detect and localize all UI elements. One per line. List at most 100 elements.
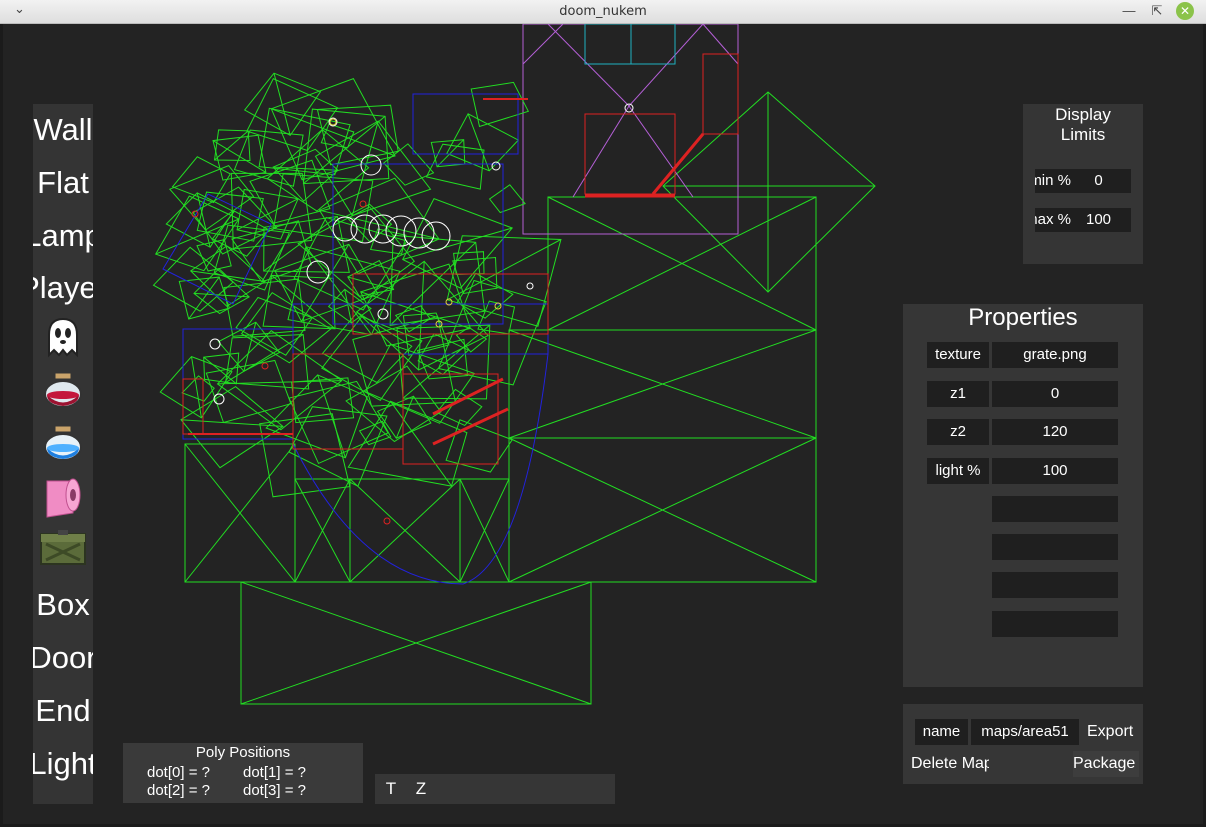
map-sector bbox=[382, 143, 435, 186]
max-limit-label: % max bbox=[1035, 211, 1071, 228]
tool-label: Flat bbox=[37, 164, 89, 200]
prop-empty-field[interactable] bbox=[992, 572, 1118, 598]
restore-icon[interactable]: ⇱ bbox=[1148, 2, 1166, 20]
min-limit-label: % min bbox=[1035, 172, 1071, 189]
properties-title: Properties bbox=[968, 304, 1078, 331]
map-sector bbox=[584, 24, 676, 65]
map-edge bbox=[432, 407, 509, 446]
map-edge bbox=[651, 133, 705, 195]
tool-sidebar: Wall Flat Lamp Player Box Door End Light bbox=[33, 104, 93, 804]
max-limit-field[interactable]: % max 100 bbox=[1035, 208, 1131, 232]
map-vertex bbox=[368, 214, 398, 244]
tool-toilet-paper-button[interactable] bbox=[33, 474, 93, 526]
tool-door-button[interactable]: Door bbox=[33, 632, 93, 684]
poly-dot-2: dot[2] = ? bbox=[147, 782, 210, 799]
minimize-icon[interactable]: — bbox=[1120, 2, 1138, 20]
file-panel: name maps/area51 Export Delete Map Packa… bbox=[903, 704, 1143, 784]
map-sector bbox=[702, 53, 739, 135]
tool-light-button[interactable]: Light bbox=[33, 738, 93, 790]
map-edge bbox=[436, 139, 465, 168]
poly-dot-0: dot[0] = ? bbox=[147, 764, 210, 781]
tool-label: Box bbox=[36, 587, 90, 623]
map-vertex bbox=[360, 154, 382, 176]
map-vertex bbox=[359, 200, 367, 208]
poly-positions-title: Poly Positions bbox=[195, 744, 291, 761]
tool-label: Player bbox=[33, 270, 93, 306]
close-icon[interactable]: ✕ bbox=[1176, 2, 1194, 20]
tool-label: Door bbox=[33, 640, 93, 675]
package-button[interactable]: Package bbox=[1073, 751, 1139, 777]
map-edge bbox=[628, 24, 704, 107]
blue-potion-icon bbox=[41, 423, 85, 471]
prop-z2-label: z2 bbox=[927, 419, 989, 445]
prop-texture-value[interactable]: grate.png bbox=[992, 342, 1118, 368]
map-edge bbox=[214, 130, 249, 161]
window-title: doom_nukem bbox=[559, 4, 647, 19]
min-limit-field[interactable]: % min 0 bbox=[1035, 169, 1131, 193]
map-sector bbox=[376, 395, 432, 439]
tool-label: End bbox=[35, 692, 91, 728]
editor-canvas[interactable]: Wall Flat Lamp Player Box Door End Light Displa… bbox=[3, 24, 1203, 824]
map-sector bbox=[171, 156, 231, 204]
properties-panel: Properties texture grate.png z1 0 z2 120… bbox=[903, 304, 1143, 687]
map-edge bbox=[432, 377, 504, 416]
tool-blue-potion-button[interactable] bbox=[33, 421, 93, 473]
prop-light-value[interactable]: 100 bbox=[992, 458, 1118, 484]
toilet-paper-icon bbox=[43, 474, 83, 526]
map-vertex bbox=[209, 338, 221, 350]
tool-box-button[interactable]: Box bbox=[33, 579, 93, 631]
map-sector bbox=[662, 91, 876, 293]
export-button[interactable]: Export bbox=[1087, 719, 1137, 745]
map-edge bbox=[446, 239, 562, 301]
map-sector bbox=[152, 246, 234, 312]
map-vertex bbox=[383, 517, 391, 525]
prop-z1-value[interactable]: 0 bbox=[992, 381, 1118, 407]
t-button[interactable]: T bbox=[379, 778, 403, 800]
red-potion-icon bbox=[41, 370, 85, 418]
map-edge bbox=[547, 24, 630, 107]
map-sector bbox=[446, 235, 562, 327]
map-vertex bbox=[526, 282, 534, 290]
tool-lamp-button[interactable]: Lamp bbox=[33, 210, 93, 262]
prop-z2-value[interactable]: 120 bbox=[992, 419, 1118, 445]
map-edge bbox=[522, 24, 564, 65]
ammo-crate-icon bbox=[38, 528, 88, 576]
map-vertex bbox=[624, 103, 634, 113]
tool-player-button[interactable]: Player bbox=[33, 262, 93, 314]
tool-label: Lamp bbox=[33, 217, 93, 253]
z-button[interactable]: Z bbox=[409, 778, 433, 800]
map-sector bbox=[347, 400, 468, 487]
map-sector bbox=[412, 93, 519, 155]
tool-ammo-crate-button[interactable] bbox=[33, 526, 93, 578]
prop-texture-label: texture bbox=[927, 342, 989, 368]
tool-label: Wall bbox=[33, 112, 93, 147]
tool-ghost-button[interactable] bbox=[33, 315, 93, 367]
map-edge bbox=[191, 356, 202, 418]
tool-label: Light bbox=[33, 745, 93, 781]
map-edge bbox=[572, 105, 630, 198]
tool-flat-button[interactable]: Flat bbox=[33, 157, 93, 209]
prop-z1-label: z1 bbox=[927, 381, 989, 407]
map-vertex bbox=[403, 217, 435, 249]
poly-dot-1: dot[1] = ? bbox=[243, 764, 306, 781]
tool-end-button[interactable]: End bbox=[33, 685, 93, 737]
min-limit-value[interactable]: 0 bbox=[1071, 172, 1126, 189]
window-titlebar: ⌄ doom_nukem — ⇱ ✕ bbox=[0, 0, 1206, 24]
display-limits-title-line1: Display bbox=[1055, 105, 1111, 124]
tool-red-potion-button[interactable] bbox=[33, 368, 93, 420]
prop-empty-field[interactable] bbox=[992, 496, 1118, 522]
poly-dot-3: dot[3] = ? bbox=[243, 782, 306, 799]
delete-map-button[interactable]: Delete Map bbox=[911, 751, 989, 777]
prop-empty-field[interactable] bbox=[992, 611, 1118, 637]
display-limits-title-line2: Limits bbox=[1060, 125, 1106, 144]
prop-empty-field[interactable] bbox=[992, 534, 1118, 560]
map-name-input[interactable]: maps/area51 bbox=[971, 719, 1079, 745]
tool-wall-button[interactable]: Wall bbox=[33, 104, 93, 156]
map-vertex bbox=[261, 362, 269, 370]
map-sector bbox=[425, 143, 485, 190]
max-limit-value[interactable]: 100 bbox=[1071, 211, 1126, 228]
map-sector bbox=[488, 184, 526, 214]
display-limits-panel: Display Limits % min 0 % max 100 bbox=[1023, 104, 1143, 264]
map-edge bbox=[190, 270, 266, 282]
map-vertex bbox=[377, 308, 389, 320]
